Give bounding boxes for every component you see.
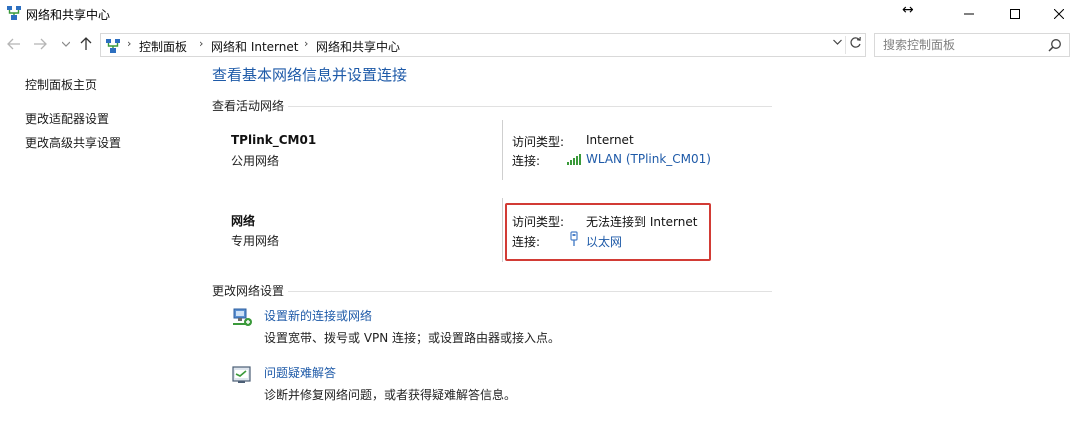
maximize-icon xyxy=(1010,9,1020,19)
active-networks-title: 查看活动网络 xyxy=(212,99,285,113)
window-title: 网络和共享中心 xyxy=(26,8,111,22)
new-connection-icon xyxy=(233,308,252,326)
address-bar[interactable]: › 控制面板 › 网络和 Internet › 网络和共享中心 xyxy=(100,33,866,57)
network-name: 网络 xyxy=(231,214,256,228)
network-type: 专用网络 xyxy=(231,234,280,248)
setup-connection-desc: 设置宽带、拨号或 VPN 连接；或设置路由器或接入点。 xyxy=(264,331,561,345)
refresh-button[interactable] xyxy=(849,36,862,53)
access-type-label: 访问类型: xyxy=(512,135,565,149)
minimize-button[interactable] xyxy=(946,0,992,28)
arrow-up-icon xyxy=(80,37,92,50)
address-divider xyxy=(845,36,846,54)
breadcrumb-network-internet[interactable]: 网络和 Internet xyxy=(211,38,298,55)
refresh-icon xyxy=(850,36,861,48)
page-title: 查看基本网络信息并设置连接 xyxy=(212,66,408,84)
close-button[interactable] xyxy=(1036,0,1080,28)
setup-connection-link[interactable]: 设置新的连接或网络 xyxy=(264,307,372,324)
arrow-left-icon xyxy=(7,38,20,50)
chevron-down-icon xyxy=(833,39,842,45)
arrow-right-icon xyxy=(34,38,47,50)
maximize-button[interactable] xyxy=(992,0,1038,28)
control-panel-icon xyxy=(106,39,120,53)
breadcrumb-separator: › xyxy=(127,37,132,50)
sidebar-item-control-panel-home[interactable]: 控制面板主页 xyxy=(25,76,97,93)
connection-link-wlan[interactable]: WLAN (TPlink_CM01) xyxy=(586,152,711,166)
forward-button[interactable] xyxy=(32,36,48,52)
up-button[interactable] xyxy=(78,36,94,52)
search-input[interactable] xyxy=(883,37,1043,53)
wifi-signal-icon xyxy=(567,154,581,165)
search-icon xyxy=(1048,39,1061,52)
change-settings-title: 更改网络设置 xyxy=(212,284,285,298)
network-name: TPlink_CM01 xyxy=(231,133,317,147)
title-bar: 网络和共享中心 ↔ xyxy=(0,0,1080,28)
close-icon xyxy=(1054,9,1064,19)
sidebar-item-adapter-settings[interactable]: 更改适配器设置 xyxy=(25,110,109,127)
network-center-icon xyxy=(7,6,21,20)
connection-label: 连接: xyxy=(512,154,541,168)
access-type-value: Internet xyxy=(586,133,634,147)
minimize-icon xyxy=(964,13,974,15)
breadcrumb-network-center[interactable]: 网络和共享中心 xyxy=(316,38,400,55)
breadcrumb-separator: › xyxy=(304,37,309,50)
section-divider xyxy=(288,106,772,107)
address-dropdown-button[interactable] xyxy=(833,37,842,48)
resize-cursor-icon: ↔ xyxy=(902,2,914,18)
search-box[interactable] xyxy=(874,33,1070,57)
chevron-down-icon xyxy=(62,41,70,47)
troubleshoot-desc: 诊断并修复网络问题，或者获得疑难解答信息。 xyxy=(264,388,517,402)
network-divider xyxy=(502,198,503,262)
network-type: 公用网络 xyxy=(231,154,280,168)
breadcrumb-control-panel[interactable]: 控制面板 xyxy=(139,38,187,55)
troubleshoot-link[interactable]: 问题疑难解答 xyxy=(264,364,336,381)
highlight-annotation xyxy=(505,203,711,261)
recent-locations-button[interactable] xyxy=(58,36,74,52)
sidebar-item-advanced-sharing[interactable]: 更改高级共享设置 xyxy=(25,134,121,151)
network-divider xyxy=(502,120,503,180)
navigation-bar: › 控制面板 › 网络和 Internet › 网络和共享中心 xyxy=(0,30,1080,60)
troubleshoot-icon xyxy=(232,366,251,383)
section-divider xyxy=(288,291,772,292)
breadcrumb-separator: › xyxy=(199,37,204,50)
back-button[interactable] xyxy=(6,36,22,52)
